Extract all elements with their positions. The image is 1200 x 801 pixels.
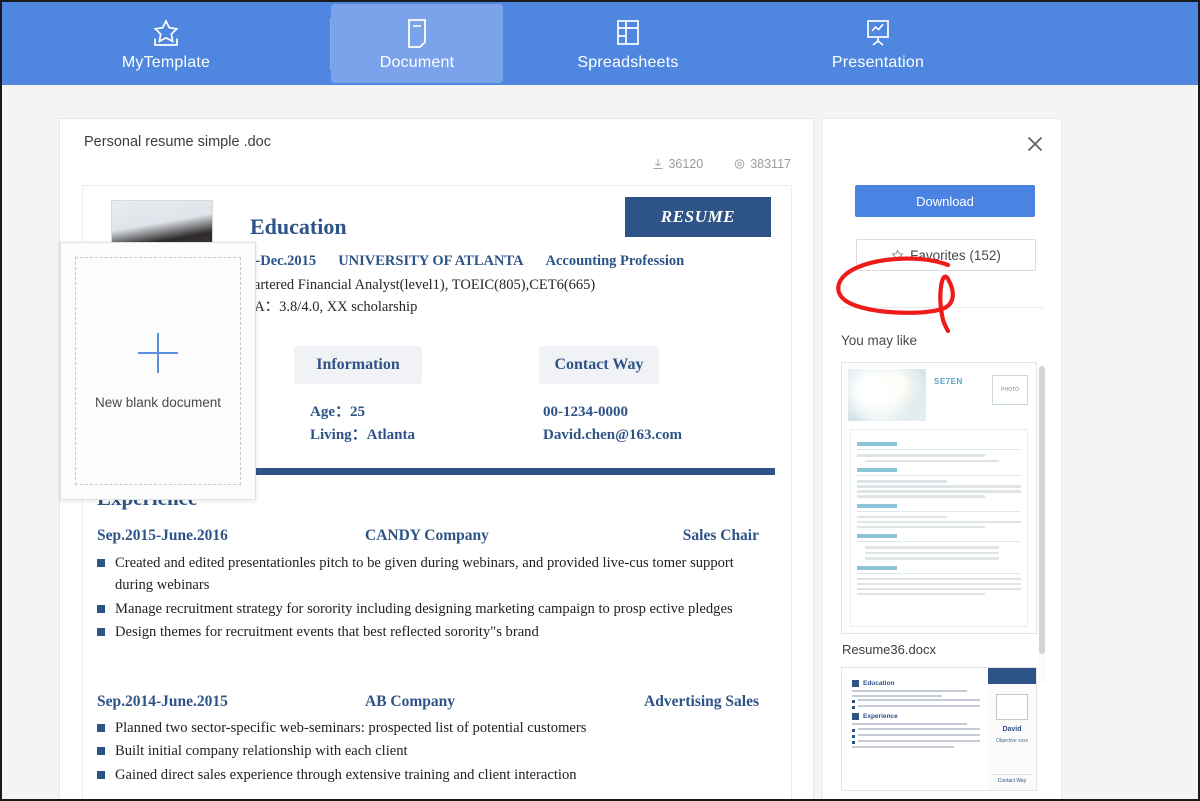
- education-bullet-text: Chartered Financial Analyst(level1), TOE…: [237, 277, 596, 293]
- resume-contact-box: Contact Way: [539, 346, 659, 384]
- resume-job-header: Sep.2014-June.2015 AB Company Advertisin…: [97, 693, 759, 711]
- thumbnail-body: Education Experience: [852, 676, 980, 751]
- document-icon: [403, 17, 431, 49]
- job-bullet-text: Built initial company relationship with …: [115, 743, 408, 760]
- thumbnail-subtitle: Objective xxxx: [995, 738, 1029, 744]
- resume-education-heading: Education: [250, 214, 347, 239]
- thumbnail-sidebar-header: [988, 668, 1036, 684]
- job-bullet-text: Created and edited presentationles pitch…: [115, 555, 734, 594]
- thumbnail-contact-label: Contact Way: [992, 774, 1032, 784]
- bullet-square-icon: [97, 559, 105, 567]
- recommendation-thumbnail[interactable]: David Objective xxxx Contact Way Educati…: [841, 667, 1037, 791]
- nav-tab-label: Presentation: [831, 53, 925, 71]
- download-count-value: 36120: [668, 157, 704, 171]
- details-side-panel: Download Favorites (152) You may like SE…: [822, 118, 1062, 799]
- download-count: 36120: [652, 157, 703, 171]
- job-bullet-text: Planned two sector-specific web-seminars…: [115, 720, 587, 736]
- job-bullet: Built initial company relationship with …: [97, 740, 761, 762]
- thumbnail-name: David: [1002, 726, 1022, 733]
- job-bullet: Manage recruitment strategy for sorority…: [97, 598, 761, 620]
- resume-badge: RESUME: [625, 197, 771, 237]
- scrollbar-thumb[interactable]: [1039, 366, 1045, 654]
- job-bullet: Gained direct sales experience through e…: [97, 764, 761, 786]
- resume-information-box: Information: [294, 346, 422, 384]
- job-dates: Sep.2015-June.2016: [97, 527, 228, 544]
- job-company: CANDY Company: [365, 527, 489, 544]
- resume-job-bullets: Planned two sector-specific web-seminars…: [97, 717, 761, 787]
- resume-job-header: Sep.2015-June.2016 CANDY Company Sales C…: [97, 527, 759, 545]
- education-major: Accounting Profession: [545, 253, 685, 269]
- view-count-value: 383117: [750, 157, 791, 171]
- job-bullet-text: Manage recruitment strategy for sorority…: [115, 600, 733, 617]
- flower-artwork: [848, 369, 926, 421]
- job-role: Sales Chair: [682, 527, 759, 544]
- download-button[interactable]: Download: [855, 185, 1035, 217]
- star-outline-icon: [891, 248, 904, 261]
- top-navigation-bar: MyTemplate Document Spreadsheets Present…: [2, 2, 1198, 85]
- nav-tab-label: Document: [379, 53, 455, 71]
- nav-tab-label: Spreadsheets: [577, 53, 679, 71]
- recommendation-caption: Resume36.docx: [842, 642, 936, 657]
- education-school: UNIVERSITY OF ATLANTA: [338, 253, 524, 269]
- document-title: Personal resume simple .doc: [84, 134, 271, 150]
- recommendation-list[interactable]: SE7EN PHOTO Resume36.docx David Objectiv…: [841, 362, 1061, 799]
- info-age: Age：25: [310, 404, 365, 420]
- education-bullet-text: GPA：3.8/4.0, XX scholarship: [237, 299, 418, 316]
- job-company: AB Company: [365, 693, 456, 710]
- nav-tab-presentation[interactable]: Presentation: [753, 2, 1003, 85]
- bullet-square-icon: [97, 628, 105, 637]
- plus-icon: [138, 332, 178, 373]
- bullet-square-icon: [97, 604, 105, 613]
- close-icon[interactable]: [1022, 131, 1048, 157]
- job-bullet: Planned two sector-specific web-seminars…: [97, 717, 761, 739]
- job-dates: Sep.2014-June.2015: [97, 693, 228, 710]
- bullet-square-icon: [97, 747, 105, 756]
- education-bullet: Chartered Financial Analyst(level1), TOE…: [219, 274, 779, 296]
- new-blank-document-card[interactable]: New blank document: [60, 242, 256, 500]
- nav-tab-spreadsheets[interactable]: Spreadsheets: [503, 2, 753, 85]
- resume-education-row: Jan.2011-Dec.2015 UNIVERSITY OF ATLANTA …: [201, 253, 781, 270]
- info-living: Living：Atlanta: [310, 427, 416, 444]
- job-bullet-text: Design themes for recruitment events tha…: [115, 624, 539, 641]
- job-bullet-text: Gained direct sales experience through e…: [115, 766, 577, 783]
- star-tray-icon: [149, 17, 183, 49]
- education-bullet: GPA：3.8/4.0, XX scholarship: [219, 296, 779, 318]
- resume-education-bullets: Chartered Financial Analyst(level1), TOE…: [219, 274, 779, 319]
- app-window: MyTemplate Document Spreadsheets Present…: [0, 0, 1200, 801]
- thumbnail-body: [850, 429, 1028, 627]
- bullet-square-icon: [97, 724, 105, 732]
- download-icon: [653, 159, 663, 169]
- view-count: 383117: [733, 157, 791, 171]
- main-content: Personal resume simple .doc 36120 383117: [2, 85, 1198, 799]
- job-bullet: Created and edited presentationles pitch…: [97, 552, 761, 597]
- favorites-label: Favorites (152): [910, 247, 1001, 263]
- grid-table-icon: [613, 17, 643, 49]
- favorites-button[interactable]: Favorites (152): [856, 239, 1036, 271]
- nav-tab-label: MyTemplate: [121, 53, 211, 71]
- panel-divider: [841, 307, 1043, 308]
- job-role: Advertising Sales: [644, 693, 759, 710]
- thumbnail-photo-placeholder: PHOTO: [992, 375, 1028, 405]
- thumbnail-logo: SE7EN: [934, 377, 963, 386]
- you-may-like-title: You may like: [841, 333, 918, 348]
- contact-email: David.chen@163.com: [543, 427, 682, 444]
- new-blank-document-label: New blank document: [94, 394, 222, 410]
- resume-contact-values: 00-1234-0000 David.chen@163.com: [543, 401, 682, 448]
- job-bullet: Design themes for recruitment events tha…: [97, 621, 761, 643]
- presentation-icon: [862, 17, 894, 49]
- resume-information-values: Age：25 Living：Atlanta: [310, 401, 415, 448]
- eye-icon: [734, 159, 745, 169]
- nav-tab-document[interactable]: Document: [331, 4, 503, 83]
- thumbnail-photo-placeholder: [996, 694, 1028, 720]
- nav-tab-mytemplate[interactable]: MyTemplate: [2, 2, 330, 85]
- resume-job-bullets: Created and edited presentationles pitch…: [97, 552, 761, 645]
- contact-phone: 00-1234-0000: [543, 404, 628, 420]
- new-blank-document-dropzone[interactable]: New blank document: [75, 257, 241, 485]
- document-stats: 36120 383117: [652, 157, 791, 171]
- bullet-square-icon: [97, 770, 105, 779]
- recommendation-thumbnail[interactable]: SE7EN PHOTO: [841, 362, 1037, 634]
